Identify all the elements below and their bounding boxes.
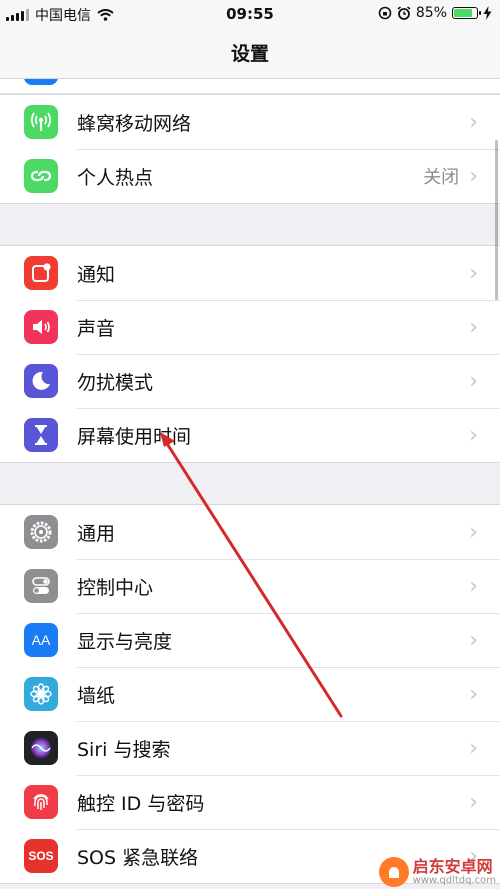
flower-icon [24,677,58,711]
chevron-right-icon: › [469,789,478,815]
watermark-url: www.qdltdq.com [412,874,496,886]
charging-icon [483,6,492,20]
chevron-right-icon: › [469,109,478,135]
settings-row-do-not-disturb[interactable]: 勿扰模式 › [0,354,500,408]
settings-row-label: 屏幕使用时间 [77,425,192,448]
settings-row-touch-id[interactable]: 触控 ID 与密码 › [0,775,500,829]
siri-icon [24,731,58,765]
settings-row-notifications[interactable]: 通知 › [0,246,500,300]
hotspot-status-value: 关闭 [423,167,460,188]
chevron-right-icon: › [469,573,478,599]
chevron-right-icon: › [469,681,478,707]
moon-icon [24,364,58,398]
chevron-right-icon: › [469,735,478,761]
watermark-title: 启东安卓网 [412,856,493,876]
chevron-right-icon: › [469,627,478,653]
watermark: 启东安卓网 www.qdltdq.com [378,856,496,887]
settings-group-general: 通用 › 控制中心 › AA 显示与亮度 › 墙纸 › Siri 与搜索 › 触… [0,504,500,884]
settings-row-label: Siri 与搜索 [77,738,171,761]
settings-group-network: 蜂窝移动网络 › 个人热点 关闭 › [0,94,500,204]
chevron-right-icon: › [469,422,478,448]
gear-icon [24,515,58,549]
text-size-glyph: AA [31,632,51,648]
chevron-right-icon: › [469,368,478,394]
page-title: 设置 [230,43,269,65]
hourglass-icon [24,418,58,452]
navigation-bar: 设置 [0,28,500,79]
watermark-logo-icon [378,857,409,887]
notifications-icon [24,256,58,290]
settings-row-label: 蜂窝移动网络 [77,112,192,135]
scroll-indicator [495,140,498,300]
settings-row-label: 墙纸 [77,684,116,707]
settings-row-label: 勿扰模式 [77,371,154,394]
alarm-icon [397,6,411,20]
battery-percent: 85% [415,5,447,21]
chevron-right-icon: › [469,519,478,545]
settings-row-label: 声音 [77,317,116,340]
fingerprint-icon [24,785,58,819]
settings-row-label: 触控 ID 与密码 [77,792,205,815]
battery-icon [452,7,481,19]
partially-hidden-row[interactable] [0,79,500,94]
settings-row-display[interactable]: AA 显示与亮度 › [0,613,500,667]
settings-row-label: 控制中心 [77,576,154,599]
chevron-right-icon: › [469,260,478,286]
sos-glyph: SOS [28,849,54,863]
switches-icon [24,569,58,603]
settings-list[interactable]: 蜂窝移动网络 › 个人热点 关闭 › 通知 › 声音 › 勿扰模式 › 屏幕使用… [0,79,500,889]
settings-row-control-center[interactable]: 控制中心 › [0,559,500,613]
settings-row-label: 显示与亮度 [77,630,173,653]
settings-row-general[interactable]: 通用 › [0,505,500,559]
settings-row-sounds[interactable]: 声音 › [0,300,500,354]
sos-icon: SOS [24,839,58,873]
hotspot-icon [24,159,58,193]
rotation-lock-icon [378,6,392,20]
settings-row-label: 通用 [77,522,116,545]
chevron-right-icon: › [469,163,478,189]
status-bar: 中国电信 09:55 85% [0,0,500,28]
settings-row-wallpaper[interactable]: 墙纸 › [0,667,500,721]
text-size-icon: AA [24,623,58,657]
settings-group-notifications: 通知 › 声音 › 勿扰模式 › 屏幕使用时间 › [0,245,500,463]
settings-row-siri[interactable]: Siri 与搜索 › [0,721,500,775]
settings-row-label: 个人热点 [77,166,154,189]
settings-row-hotspot[interactable]: 个人热点 关闭 › [0,149,500,203]
cellular-icon [24,105,58,139]
chevron-right-icon: › [469,314,478,340]
settings-row-screen-time[interactable]: 屏幕使用时间 › [0,408,500,462]
sounds-icon [24,310,58,344]
settings-row-cellular[interactable]: 蜂窝移动网络 › [0,95,500,149]
settings-row-label: 通知 [77,263,116,286]
